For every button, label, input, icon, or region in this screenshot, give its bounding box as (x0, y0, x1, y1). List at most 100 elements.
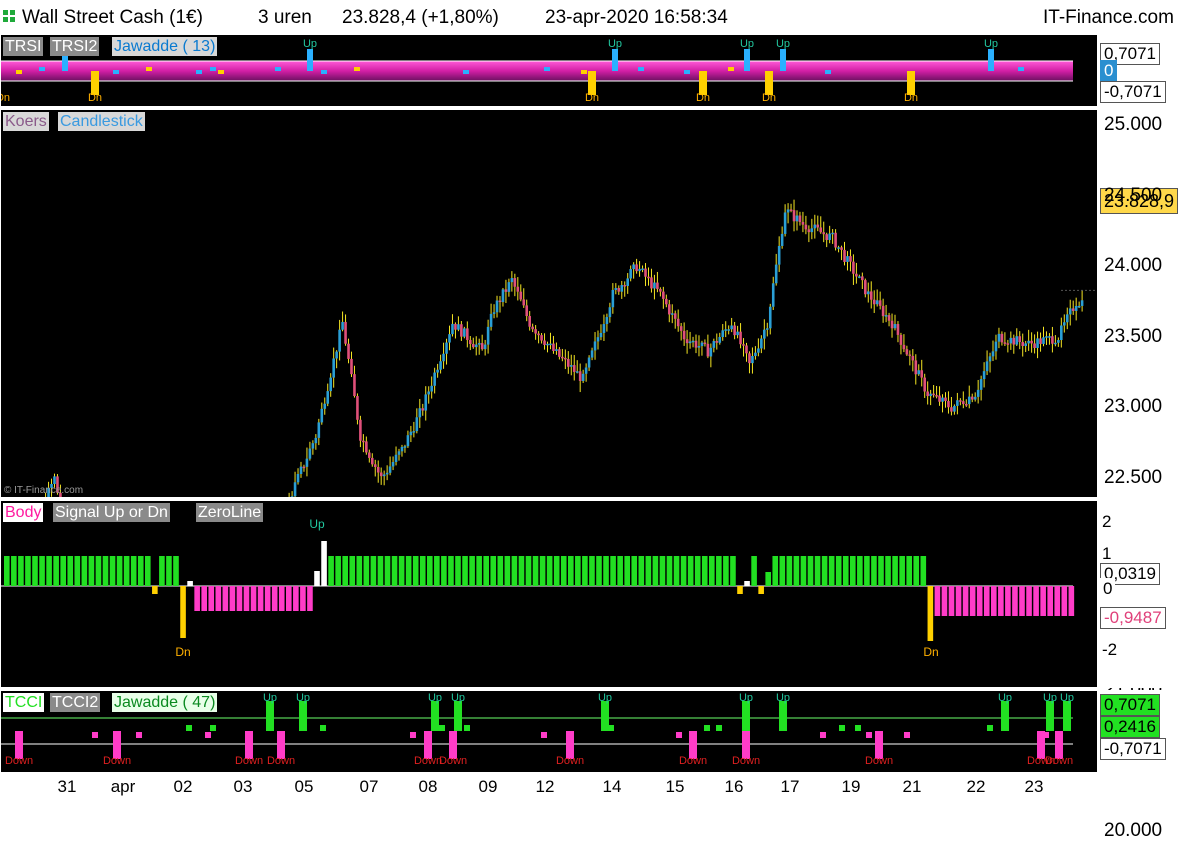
body-histogram-bar (152, 586, 158, 594)
candle-body (439, 361, 442, 370)
candle-body (525, 305, 529, 317)
tcci-mini-bar (541, 732, 547, 738)
candle-body (849, 256, 852, 262)
trsi-dn-marker: Dn (88, 92, 102, 104)
body-histogram-bar (906, 556, 912, 586)
tcci-label[interactable]: TCCI (3, 693, 45, 712)
candle-body (424, 394, 428, 411)
candle-body (608, 307, 612, 318)
body-histogram-bar (582, 556, 588, 586)
candle-body (985, 361, 989, 372)
body-histogram-bar (624, 556, 630, 586)
body-histogram-bar (419, 556, 426, 586)
trsi-up-marker: Up (608, 38, 622, 50)
body-histogram-bar (694, 556, 701, 586)
candle-body (480, 343, 484, 350)
body-histogram-bar (448, 556, 454, 586)
trsi2-label[interactable]: TRSI2 (50, 37, 100, 56)
body-histogram-bar (229, 586, 236, 611)
price-axis-tick: 24.000 (1104, 255, 1163, 277)
candle-body (454, 323, 457, 330)
body-histogram-bar (673, 556, 680, 586)
tcci-down-marker: Down (732, 755, 760, 767)
candle-body (638, 268, 641, 272)
x-axis-label: 03 (233, 777, 253, 796)
candle-body (1045, 336, 1048, 338)
candle-body (887, 315, 891, 321)
body-label[interactable]: Body (3, 503, 44, 522)
body-histogram-bar (744, 581, 750, 586)
body-histogram-bar (116, 556, 123, 586)
body-histogram-bar (307, 586, 313, 611)
signal-label[interactable]: Signal Up or Dn (53, 503, 170, 522)
candle-body (53, 476, 56, 484)
tcci2-label[interactable]: TCCI2 (50, 693, 101, 712)
candle-body (308, 448, 312, 459)
trsi-mini-bar (581, 70, 587, 74)
candle-body (617, 287, 621, 292)
tcci-up-marker: Up (428, 692, 442, 704)
candle-body (1000, 333, 1004, 343)
body-histogram-bar (709, 556, 715, 586)
candle-body (468, 339, 472, 344)
body-histogram-bar (1068, 586, 1075, 616)
candle-body (299, 466, 303, 474)
candle-body (632, 264, 635, 270)
body-histogram-bar (786, 556, 793, 586)
candle-body (1068, 308, 1072, 315)
candle-body (730, 325, 733, 330)
trsi-mini-bar (825, 70, 831, 74)
candle-body (317, 422, 321, 438)
candlestick-label[interactable]: Candlestick (58, 112, 145, 131)
zeroline-label[interactable]: ZeroLine (196, 503, 264, 522)
body-histogram-bar (687, 556, 694, 586)
candle-body (789, 209, 793, 211)
body-histogram-bar (575, 556, 581, 586)
candle-body (896, 324, 900, 335)
body-histogram-bar (828, 556, 835, 586)
tcci-mini-bar (186, 725, 192, 731)
candle-body (406, 435, 410, 447)
tcci-down-marker: Down (5, 755, 33, 767)
candle-body (421, 408, 425, 411)
brand-name[interactable]: IT-Finance.com (1043, 7, 1174, 29)
body-chart[interactable]: Up Dn Dn (1, 501, 1097, 687)
candle-body (831, 232, 834, 235)
body-histogram-bar (1054, 586, 1061, 616)
candle-body (519, 291, 523, 300)
candle-body (370, 457, 374, 465)
x-axis-label: 07 (359, 777, 379, 796)
candle-body (843, 249, 846, 262)
candle-body (1039, 338, 1042, 344)
grip-icon[interactable] (3, 10, 15, 22)
price-chart[interactable] (1, 110, 1097, 497)
jawadde-label[interactable]: Jawadde ( 13) (112, 37, 218, 56)
candle-body (997, 333, 1001, 342)
koers-label[interactable]: Koers (3, 112, 49, 131)
x-axis: 31 apr 02 03 05 07 08 09 12 14 15 16 17 19 21 22 23 (0, 773, 1200, 800)
tcci-jawadde-label[interactable]: Jawadde ( 47) (112, 693, 218, 712)
timeframe[interactable]: 3 uren (258, 7, 312, 29)
candle-body (676, 318, 680, 327)
candle-body (780, 233, 784, 246)
candle-body (858, 276, 861, 278)
trsi-mini-bar (544, 67, 550, 71)
body-histogram-bar (568, 556, 574, 586)
body-histogram-bar (32, 556, 38, 586)
candle-body (917, 370, 921, 375)
body-histogram-bar (81, 556, 88, 586)
trsi-label[interactable]: TRSI (3, 37, 44, 56)
candle-body (552, 343, 555, 351)
trsi-mini-bar (210, 67, 216, 71)
tcci-mini-bar (210, 725, 216, 731)
trsi-zero-tag: 0 (1100, 60, 1118, 82)
candle-body (774, 264, 778, 284)
candle-body (911, 356, 915, 361)
body-histogram-bar (532, 556, 539, 586)
body-histogram-bar (589, 556, 595, 586)
candle-body (1006, 343, 1010, 345)
candle-body (504, 289, 508, 292)
candle-body (323, 403, 327, 409)
tcci-down-marker: Down (103, 755, 131, 767)
candle-body (1074, 305, 1078, 311)
